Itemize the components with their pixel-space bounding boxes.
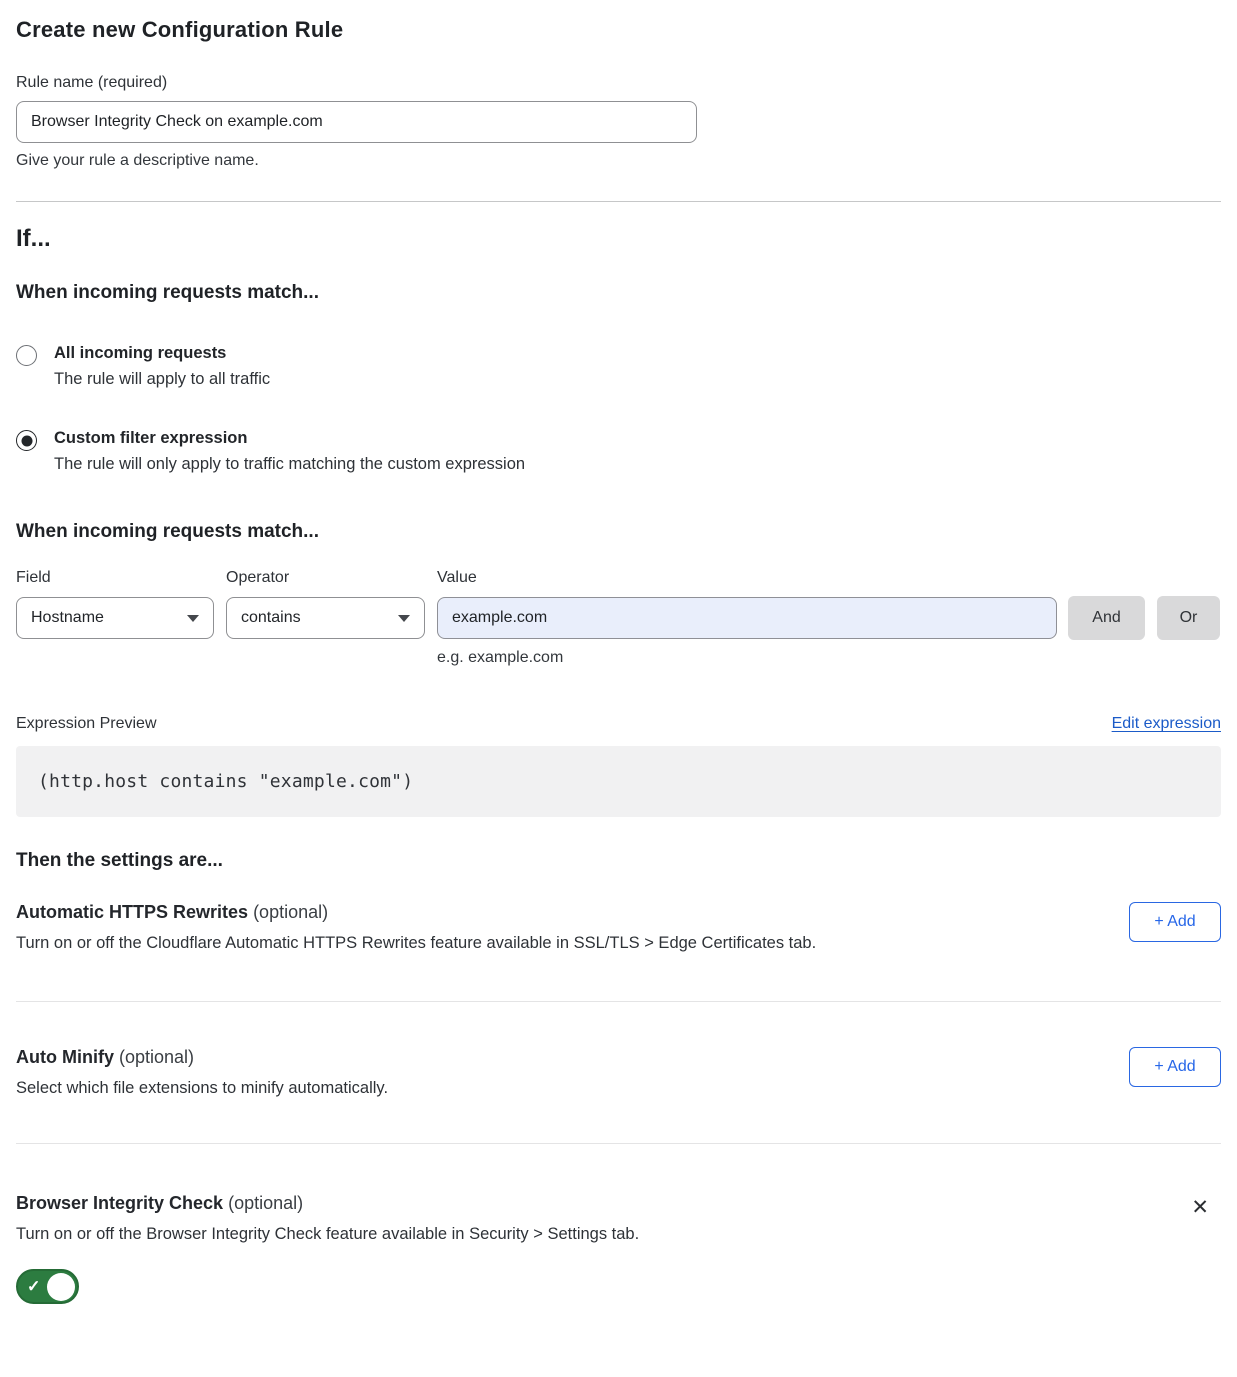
- field-select-value: Hostname: [31, 609, 104, 627]
- incoming-requests-subheading: When incoming requests match...: [16, 282, 1221, 304]
- edit-expression-link[interactable]: Edit expression: [1112, 715, 1221, 733]
- radio-custom-filter-label: Custom filter expression: [54, 429, 525, 448]
- section-divider: [16, 201, 1221, 202]
- setting-optional-tag: (optional): [228, 1193, 303, 1213]
- add-automatic-https-rewrites-button[interactable]: + Add: [1129, 902, 1221, 942]
- add-auto-minify-button[interactable]: + Add: [1129, 1047, 1221, 1087]
- setting-description: Turn on or off the Cloudflare Automatic …: [16, 934, 816, 953]
- radio-custom-filter-description: The rule will only apply to traffic matc…: [54, 455, 525, 474]
- setting-divider: [16, 1001, 1221, 1002]
- if-heading: If...: [16, 225, 1221, 253]
- setting-row-auto-minify: Auto Minify (optional) Select which file…: [16, 1047, 1221, 1098]
- setting-name: Browser Integrity Check: [16, 1193, 223, 1213]
- operator-label: Operator: [226, 569, 437, 587]
- radio-custom-filter-expression[interactable]: Custom filter expression The rule will o…: [16, 429, 1221, 474]
- create-configuration-rule-page: Create new Configuration Rule Rule name …: [0, 0, 1237, 1304]
- rule-name-input[interactable]: [16, 101, 697, 143]
- check-icon: ✓: [27, 1276, 40, 1296]
- setting-optional-tag: (optional): [119, 1047, 194, 1067]
- operator-select-value: contains: [241, 609, 301, 627]
- builder-controls-row: Hostname contains And Or: [16, 596, 1221, 640]
- chevron-down-icon: [187, 615, 199, 622]
- setting-row-automatic-https-rewrites: Automatic HTTPS Rewrites (optional) Turn…: [16, 902, 1221, 953]
- radio-all-incoming-label: All incoming requests: [54, 344, 270, 363]
- close-icon[interactable]: ✕: [1187, 1195, 1213, 1220]
- radio-all-incoming-description: The rule will apply to all traffic: [54, 370, 270, 389]
- chevron-down-icon: [398, 615, 410, 622]
- setting-name: Automatic HTTPS Rewrites: [16, 902, 248, 922]
- operator-select[interactable]: contains: [226, 597, 425, 639]
- radio-selected-icon[interactable]: [16, 430, 37, 451]
- setting-name: Auto Minify: [16, 1047, 114, 1067]
- radio-unselected-icon[interactable]: [16, 345, 37, 366]
- setting-row-browser-integrity-check: Browser Integrity Check (optional) Turn …: [16, 1193, 1221, 1244]
- rule-name-help: Give your rule a descriptive name.: [16, 152, 1221, 170]
- and-button[interactable]: And: [1068, 596, 1145, 640]
- setting-divider: [16, 1143, 1221, 1144]
- rule-name-label: Rule name (required): [16, 74, 1221, 92]
- setting-description: Select which file extensions to minify a…: [16, 1079, 388, 1098]
- setting-description: Turn on or off the Browser Integrity Che…: [16, 1225, 639, 1244]
- expression-text: (http.host contains "example.com"): [38, 771, 413, 792]
- page-title: Create new Configuration Rule: [16, 0, 1221, 43]
- or-button[interactable]: Or: [1157, 596, 1220, 640]
- expression-preview-box: (http.host contains "example.com"): [16, 746, 1221, 817]
- radio-all-incoming-requests[interactable]: All incoming requests The rule will appl…: [16, 344, 1221, 389]
- toggle-knob[interactable]: [47, 1273, 75, 1301]
- expression-builder-heading: When incoming requests match...: [16, 521, 1221, 543]
- expression-preview-header: Expression Preview Edit expression: [16, 715, 1221, 733]
- then-settings-heading: Then the settings are...: [16, 850, 1221, 872]
- field-select[interactable]: Hostname: [16, 597, 214, 639]
- value-hint: e.g. example.com: [437, 649, 1221, 667]
- builder-column-labels: Field Operator Value: [16, 569, 1221, 587]
- expression-preview-label: Expression Preview: [16, 715, 157, 733]
- value-label: Value: [437, 569, 477, 587]
- setting-optional-tag: (optional): [253, 902, 328, 922]
- field-label: Field: [16, 569, 226, 587]
- value-input[interactable]: [437, 597, 1057, 639]
- browser-integrity-check-toggle[interactable]: ✓: [16, 1269, 79, 1304]
